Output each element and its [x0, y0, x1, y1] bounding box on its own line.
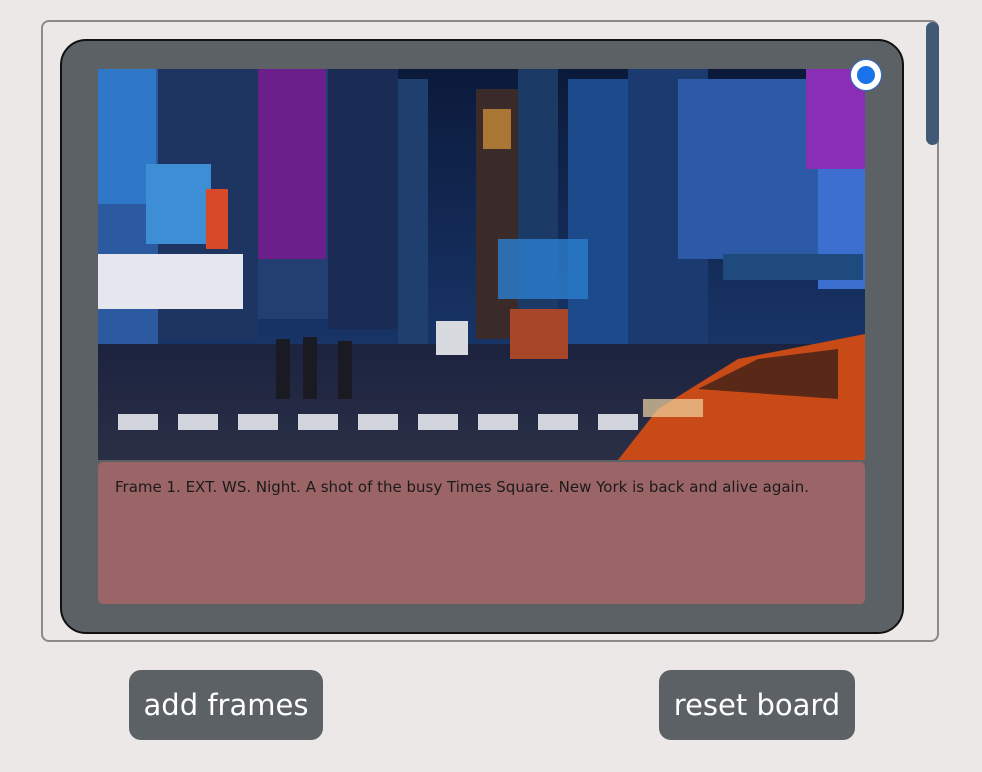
reset-board-button[interactable]: reset board	[659, 670, 855, 740]
frame-caption[interactable]: Frame 1. EXT. WS. Night. A shot of the b…	[98, 462, 865, 604]
frame-image	[98, 69, 865, 460]
frame-select-radio[interactable]	[851, 60, 881, 90]
scrollbar-thumb[interactable]	[926, 22, 939, 145]
add-frames-button[interactable]: add frames	[129, 670, 323, 740]
